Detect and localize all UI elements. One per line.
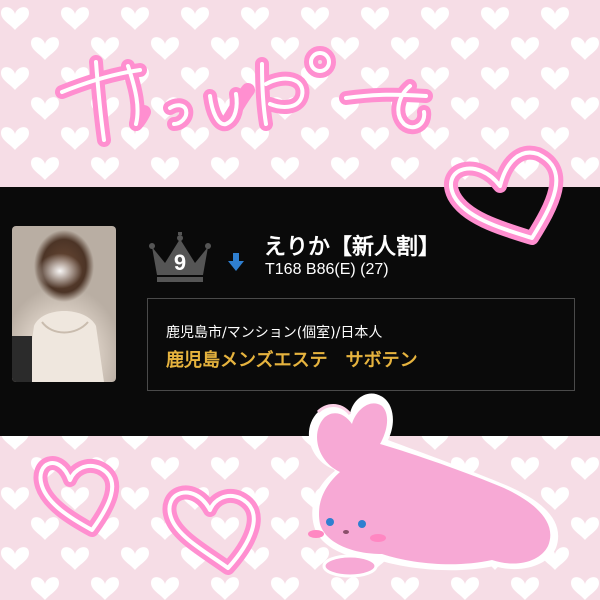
info-box <box>147 298 575 391</box>
profile-location: 鹿児島市/マンション(個室)/日本人 <box>166 325 383 341</box>
photo-shape <box>12 311 104 382</box>
profile-photo[interactable] <box>12 226 116 382</box>
profile-name[interactable]: えりか【新人割】 <box>264 229 440 261</box>
profile-stats: T168 B86(E) (27) <box>265 261 389 278</box>
rank-number: 9 <box>173 250 187 275</box>
shop-name-link[interactable]: 鹿児島メンズエステ サボテン <box>166 346 418 372</box>
rank-down-arrow-icon <box>228 253 244 271</box>
